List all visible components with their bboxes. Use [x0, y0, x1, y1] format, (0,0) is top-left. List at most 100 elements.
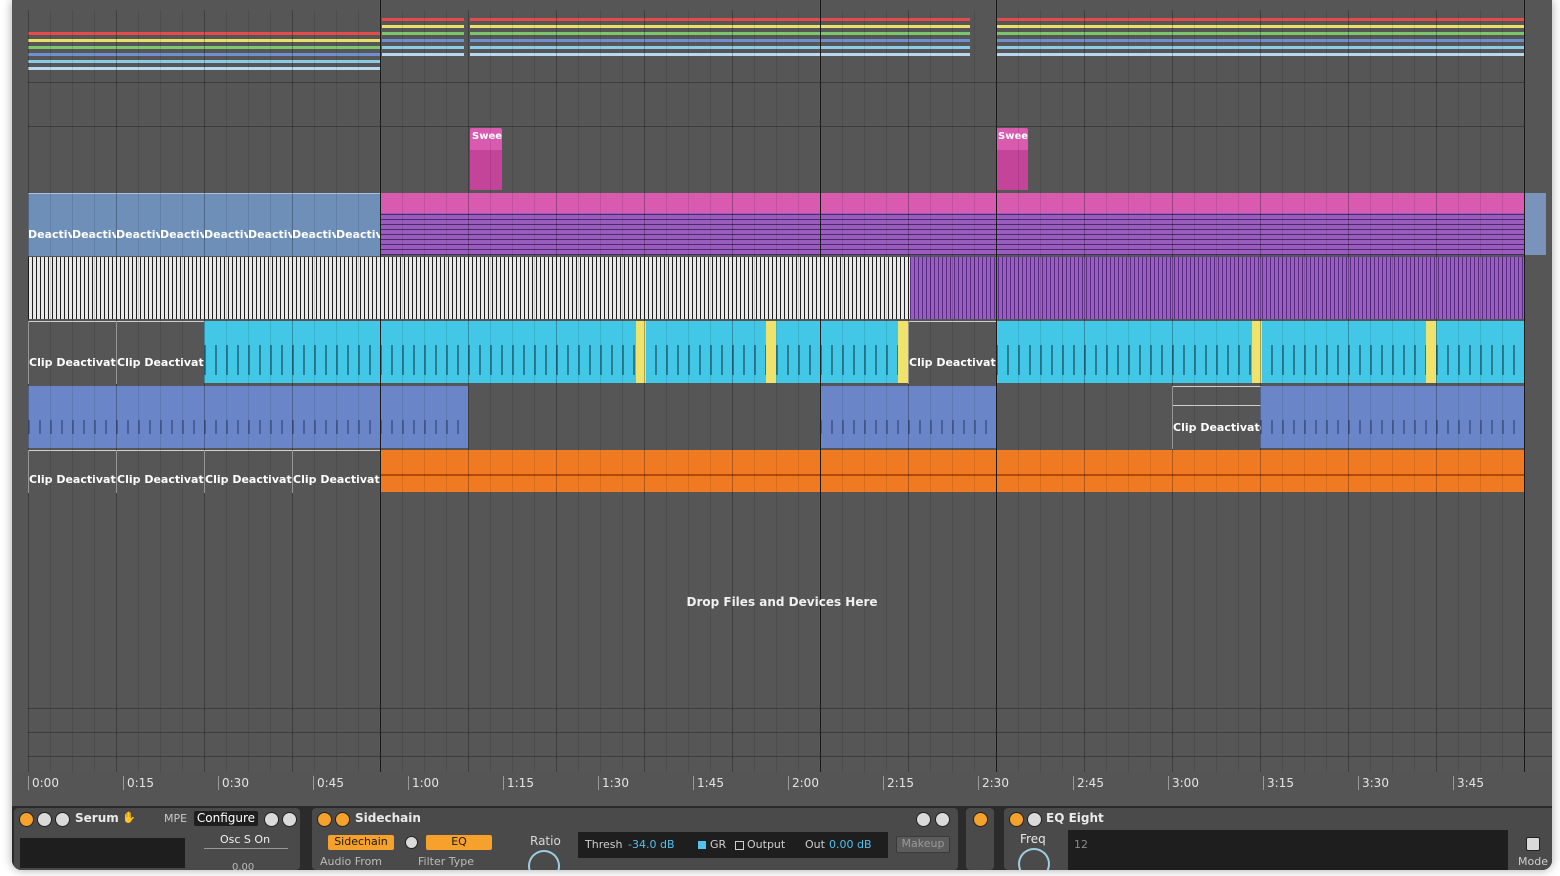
eq-eight-title: EQ Eight [1046, 811, 1104, 825]
param-slider[interactable] [204, 848, 288, 849]
automation-line [470, 39, 970, 42]
grid-line [402, 10, 403, 776]
clip-name: Clip Deactivated [909, 356, 997, 369]
grid-line [28, 10, 29, 776]
time-label: 3:45 [1453, 776, 1484, 790]
wrench-icon[interactable] [55, 812, 70, 827]
play-icon[interactable] [37, 812, 52, 827]
collapsed-device [966, 808, 994, 870]
out-value[interactable]: 0.00 dB [829, 838, 872, 851]
lane-line [28, 708, 1552, 709]
clip-divider [1173, 405, 1261, 406]
thresh-value[interactable]: -34.0 dB [628, 838, 675, 851]
grid-line [160, 10, 161, 776]
automation-line [382, 46, 464, 49]
arrangement-view: Swee Swee Deactiv Deactiv Deactiv Deactiv Deac… [12, 0, 1552, 806]
grid-line [1414, 10, 1415, 776]
grid-line [1194, 10, 1195, 776]
gr-checkbox[interactable] [698, 841, 706, 849]
grid-line [1282, 10, 1283, 776]
grid-line [1370, 10, 1371, 776]
clip[interactable]: Swee [470, 128, 502, 190]
clip[interactable] [910, 257, 1524, 319]
grid-line [512, 10, 513, 776]
freq-knob[interactable] [1018, 848, 1050, 870]
grid-line [644, 10, 645, 776]
ratio-knob[interactable] [528, 850, 560, 870]
hot-swap-icon[interactable] [264, 812, 279, 827]
grid-line [424, 10, 425, 776]
ratio-label: Ratio [530, 834, 561, 848]
device-power-icon[interactable] [19, 812, 34, 827]
play-icon[interactable] [335, 812, 350, 827]
eq-display[interactable]: 12 [1068, 830, 1508, 870]
automation-line [382, 53, 464, 56]
grid-line [1128, 10, 1129, 776]
grid-line [534, 10, 535, 776]
grid-line [710, 10, 711, 776]
grid-line [1458, 10, 1459, 776]
grid-line [1326, 10, 1327, 776]
hot-swap-icon[interactable] [916, 812, 931, 827]
output-checkbox[interactable] [735, 841, 744, 850]
time-label: 0:00 [28, 776, 59, 790]
serum-display [20, 838, 185, 868]
grid-line [622, 10, 623, 776]
grid-line [490, 10, 491, 776]
time-label: 2:45 [1073, 776, 1104, 790]
clip-name: Clip Deactivated [117, 473, 205, 486]
scroll-thumb[interactable] [1524, 193, 1546, 255]
grid-line [886, 10, 887, 776]
grid-line [556, 10, 557, 776]
serum-title: Serum [75, 811, 119, 825]
clip[interactable]: Swee [996, 128, 1028, 190]
eq-toggle-button[interactable]: EQ [426, 835, 492, 850]
grid-line [446, 10, 447, 776]
sidechain-toggle-button[interactable]: Sidechain [328, 835, 394, 850]
time-label: 0:15 [123, 776, 154, 790]
grid-line [138, 10, 139, 776]
out-label: Out [805, 838, 825, 851]
device-power-icon[interactable] [973, 812, 988, 827]
headphones-icon[interactable] [1526, 837, 1540, 851]
section-line [996, 0, 997, 776]
makeup-button[interactable]: Makeup [896, 836, 950, 853]
clip-body [470, 150, 502, 190]
device-power-icon[interactable] [317, 812, 332, 827]
configure-button[interactable]: Configure [194, 811, 258, 826]
grid-line [50, 10, 51, 776]
mode-label: Mode [1518, 855, 1548, 868]
section-line [820, 0, 821, 776]
grid-line [292, 10, 293, 776]
grid-line [1150, 10, 1151, 776]
compressor-display: Thresh -34.0 dB GR Output Out 0.00 dB [578, 832, 888, 858]
clip[interactable] [1426, 321, 1436, 383]
clip-name: Clip Deactivated [117, 356, 205, 369]
grid-line [1502, 10, 1503, 776]
grid-line [798, 10, 799, 776]
grid-line [1106, 10, 1107, 776]
clip[interactable] [766, 321, 776, 383]
device-power-icon[interactable] [1009, 812, 1024, 827]
automation-line [208, 53, 380, 56]
save-preset-icon[interactable] [282, 812, 297, 827]
grid-line [1062, 10, 1063, 776]
clip[interactable] [898, 321, 908, 383]
time-label: 3:15 [1263, 776, 1294, 790]
drop-zone-hint[interactable]: Drop Files and Devices Here [12, 595, 1552, 609]
grid-line [578, 10, 579, 776]
save-preset-icon[interactable] [935, 812, 950, 827]
automation-line [470, 46, 970, 49]
automation-line [470, 53, 970, 56]
grid-line [1392, 10, 1393, 776]
grid-line [1348, 10, 1349, 776]
time-label: 3:00 [1168, 776, 1199, 790]
grid-line [1260, 10, 1261, 776]
section-line [380, 0, 381, 776]
clip-name: Clip Deactivated [29, 356, 117, 369]
headphones-icon[interactable] [405, 836, 418, 849]
grid-line [1084, 10, 1085, 776]
play-icon[interactable] [1027, 812, 1042, 827]
eq-eight-device: EQ Eight Freq 12 Mode [1004, 808, 1552, 870]
grid-line [688, 10, 689, 776]
